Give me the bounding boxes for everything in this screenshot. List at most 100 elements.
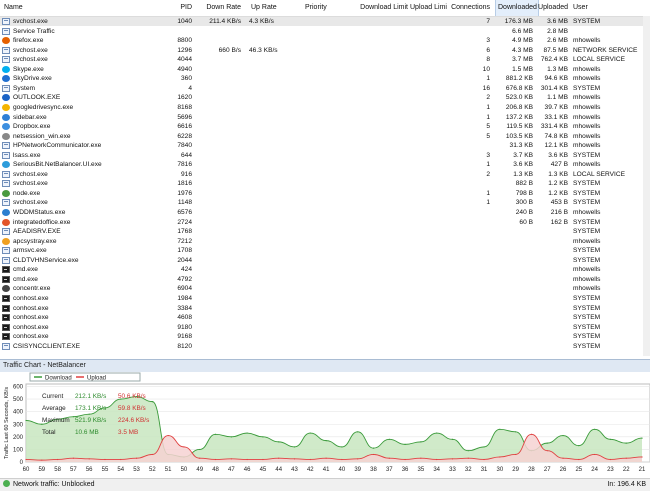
stat-label: Total bbox=[42, 429, 56, 436]
cell-user: SYSTEM bbox=[573, 151, 601, 159]
table-row[interactable]: svchost.exe 1040 211.4 KB/s 4.3 KB/s 7 176.3 … bbox=[0, 17, 650, 26]
table-row[interactable]: conhost.exe 9168 SYSTEM bbox=[0, 332, 650, 341]
cell-connections: 5 bbox=[486, 132, 490, 140]
col-upload-limit[interactable]: Upload Limit bbox=[410, 0, 447, 16]
table-row[interactable]: lsass.exe 644 3 3.7 KB 3.6 KB SYSTEM bbox=[0, 150, 650, 160]
table-row[interactable]: OUTLOOK.EXE 1620 2 523.0 KB 1.1 MB mhowells bbox=[0, 93, 650, 103]
col-priority[interactable]: Priority bbox=[305, 0, 345, 16]
col-up-rate[interactable]: Up Rate bbox=[251, 0, 291, 16]
cell-up-rate bbox=[249, 227, 289, 236]
firefox-icon bbox=[2, 37, 10, 45]
table-row[interactable]: conhost.exe 9180 SYSTEM bbox=[0, 322, 650, 332]
table-row[interactable]: svchost.exe 916 2 1.3 KB 1.3 KB LOCAL SERVICE bbox=[0, 169, 650, 179]
col-download-limit[interactable]: Download Limit bbox=[350, 0, 408, 16]
x-tick-label: 29 bbox=[512, 467, 519, 473]
table-row[interactable]: armsvc.exe 1708 SYSTEM bbox=[0, 246, 650, 256]
x-tick-label: 40 bbox=[339, 467, 346, 473]
series-download-point bbox=[341, 446, 343, 448]
table-row[interactable]: svchost.exe 4044 8 3.7 MB 762.4 KB LOCAL SERV… bbox=[0, 55, 650, 65]
table-row[interactable]: googledrivesync.exe 8168 1 206.8 KB 39.7 KB m… bbox=[0, 103, 650, 112]
table-row[interactable]: node.exe 1976 1 798 B 1.2 KB SYSTEM bbox=[0, 188, 650, 198]
col-down-rate[interactable]: Down Rate bbox=[200, 0, 241, 16]
cell-user: mhowells bbox=[573, 142, 601, 150]
cell-downloaded bbox=[495, 275, 533, 284]
table-row[interactable]: firefox.exe 8800 3 4.9 MB 2.6 MB mhowells bbox=[0, 36, 650, 46]
cell-up-rate bbox=[249, 208, 289, 217]
table-row[interactable]: svchost.exe 1148 1 300 B 453 B SYSTEM bbox=[0, 198, 650, 207]
cell-connections bbox=[455, 256, 490, 265]
cell-user: SYSTEM bbox=[573, 304, 601, 312]
cell-downloaded bbox=[495, 284, 533, 293]
col-pid[interactable]: PID bbox=[160, 0, 192, 16]
series-upload-point bbox=[483, 458, 485, 461]
table-row[interactable]: conhost.exe 4608 SYSTEM bbox=[0, 313, 650, 322]
cell-downloaded: 523.0 KB bbox=[505, 94, 533, 102]
cell-downloaded: 881.2 KB bbox=[505, 75, 533, 83]
vertical-scrollbar[interactable] bbox=[643, 16, 650, 356]
x-tick-label: 38 bbox=[370, 467, 377, 473]
table-row[interactable]: SeriousBit.NetBalancer.UI.exe 7816 1 3.6 KB… bbox=[0, 160, 650, 169]
table-row[interactable]: CSISYNCCLIENT.EXE 8120 SYSTEM bbox=[0, 341, 650, 351]
table-row[interactable]: AEADISRV.EXE 1768 SYSTEM bbox=[0, 227, 650, 237]
table-row[interactable]: svchost.exe 1816 882 B 1.2 KB SYSTEM bbox=[0, 179, 650, 188]
table-row[interactable]: Skype.exe 4940 10 1.5 MB 1.3 MB mhowells bbox=[0, 65, 650, 74]
cell-name: SkyDrive.exe bbox=[13, 75, 52, 83]
x-tick-label: 37 bbox=[386, 467, 393, 473]
series-download-point bbox=[199, 448, 201, 451]
app-icon bbox=[2, 151, 10, 159]
cell-downloaded bbox=[495, 265, 533, 274]
table-row[interactable]: Service Traffic 6.6 MB 2.8 MB bbox=[0, 27, 650, 36]
cell-pid: 2044 bbox=[177, 256, 192, 264]
table-row[interactable]: cmd.exe 4792 mhowells bbox=[0, 275, 650, 284]
series-upload-point bbox=[41, 459, 43, 461]
table-row[interactable]: concentr.exe 6904 mhowells bbox=[0, 284, 650, 294]
table-row[interactable]: conhost.exe 3384 SYSTEM bbox=[0, 303, 650, 313]
table-row[interactable]: WDDMStatus.exe 6576 240 B 216 B mhowells bbox=[0, 208, 650, 217]
col-downloaded[interactable]: Downloaded bbox=[495, 0, 539, 16]
cell-pid: 9168 bbox=[177, 333, 192, 341]
cell-uploaded: 216 B bbox=[550, 209, 568, 216]
cell-name: conhost.exe bbox=[13, 333, 49, 341]
cell-down-rate bbox=[200, 275, 241, 284]
table-row[interactable]: System 4 16 676.8 KB 301.4 KB SYSTEM bbox=[0, 84, 650, 93]
table-row[interactable]: sidebar.exe 5696 1 137.2 KB 33.1 KB mhowells bbox=[0, 112, 650, 122]
cell-downloaded: 4.9 MB bbox=[512, 37, 533, 45]
table-row[interactable]: CLDTVHNService.exe 2044 SYSTEM bbox=[0, 256, 650, 265]
col-uploaded[interactable]: Uploaded bbox=[538, 0, 568, 16]
table-row[interactable]: svchost.exe 1296 660 B/s 46.3 KB/s 6 4.3 MB 87… bbox=[0, 46, 650, 55]
cell-down-rate bbox=[200, 246, 241, 255]
col-user[interactable]: User bbox=[573, 0, 633, 16]
cell-up-rate bbox=[249, 284, 289, 293]
cell-uploaded: 74.8 KB bbox=[544, 132, 568, 140]
cell-name: Service Traffic bbox=[13, 27, 55, 35]
x-tick-label: 50 bbox=[181, 467, 188, 473]
table-row[interactable]: SkyDrive.exe 360 1 881.2 KB 94.6 KB mhowells bbox=[0, 74, 650, 84]
col-name[interactable]: Name bbox=[4, 0, 154, 16]
cell-down-rate bbox=[200, 342, 241, 351]
series-upload-point bbox=[120, 458, 122, 461]
table-row[interactable]: cmd.exe 424 mhowells bbox=[0, 265, 650, 275]
series-upload-point bbox=[388, 457, 390, 459]
table-row[interactable]: apcsystray.exe 7212 mhowells bbox=[0, 237, 650, 246]
network-status-text: Network traffic: Unblocked bbox=[13, 481, 95, 488]
col-connections[interactable]: Connections bbox=[450, 0, 490, 16]
cell-downloaded: 176.3 MB bbox=[504, 18, 533, 25]
cell-down-rate bbox=[200, 256, 241, 265]
table-row[interactable]: HPNetworkCommunicator.exe 7840 31.3 KB 12.1… bbox=[0, 141, 650, 150]
table-row[interactable]: netsession_win.exe 6228 5 103.5 KB 74.8 KB mh… bbox=[0, 131, 650, 141]
cell-connections bbox=[455, 218, 490, 227]
cell-downloaded: 882 B bbox=[515, 180, 533, 188]
table-row[interactable]: Dropbox.exe 6616 5 119.5 KB 331.4 KB mhowells bbox=[0, 122, 650, 131]
cell-user: NETWORK SERVICE bbox=[573, 46, 638, 54]
cell-up-rate bbox=[249, 160, 289, 169]
cell-connections bbox=[455, 265, 490, 274]
cell-uploaded: 762.4 KB bbox=[540, 56, 568, 64]
app-icon bbox=[2, 18, 10, 25]
cell-uploaded bbox=[536, 256, 568, 265]
stat-upload-value: 3.5 MB bbox=[118, 429, 138, 436]
table-row[interactable]: integratedoffice.exe 2724 60 B 162 B SYSTEM bbox=[0, 218, 650, 227]
cell-pid: 8168 bbox=[177, 103, 192, 111]
table-row[interactable]: conhost.exe 1984 SYSTEM bbox=[0, 294, 650, 303]
wddm-icon bbox=[2, 209, 10, 216]
page-icon bbox=[2, 84, 10, 92]
